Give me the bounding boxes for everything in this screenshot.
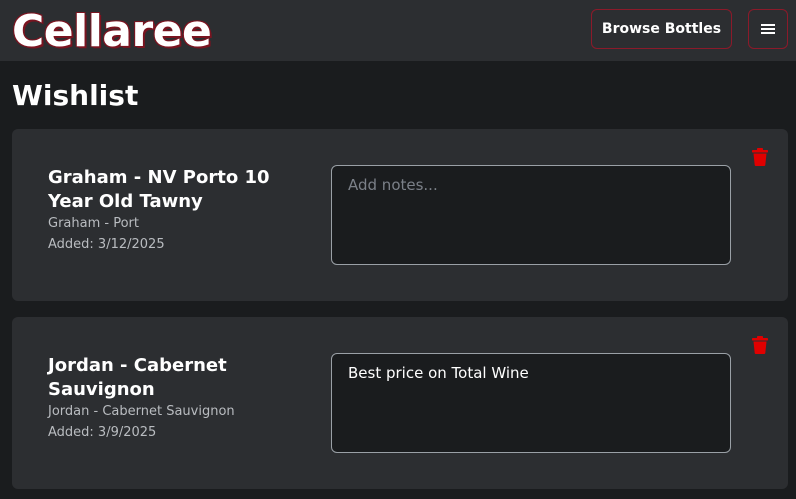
navbar: Cellaree Browse Bottles xyxy=(0,0,796,61)
browse-bottles-button[interactable]: Browse Bottles xyxy=(591,9,732,49)
wishlist-card: Graham - NV Porto 10 Year Old Tawny Grah… xyxy=(12,129,788,301)
wine-name: Jordan - Cabernet Sauvignon xyxy=(48,355,227,400)
trash-icon[interactable] xyxy=(752,336,768,354)
added-date: Added: 3/12/2025 xyxy=(48,237,165,252)
brand-logo[interactable]: Cellaree xyxy=(12,4,212,60)
trash-icon[interactable] xyxy=(752,148,768,166)
wine-name: Graham - NV Porto 10 Year Old Tawny xyxy=(48,167,270,212)
notes-field[interactable] xyxy=(331,353,731,453)
wishlist-card: Jordan - Cabernet Sauvignon Jordan - Cab… xyxy=(12,317,788,489)
wine-producer-varietal: Graham - Port xyxy=(48,216,139,231)
wine-producer-varietal: Jordan - Cabernet Sauvignon xyxy=(48,404,235,419)
notes-field[interactable] xyxy=(331,165,731,265)
page-title: Wishlist xyxy=(12,79,139,112)
menu-button[interactable] xyxy=(748,9,788,49)
added-date: Added: 3/9/2025 xyxy=(48,425,157,440)
hamburger-menu-icon xyxy=(761,24,775,34)
